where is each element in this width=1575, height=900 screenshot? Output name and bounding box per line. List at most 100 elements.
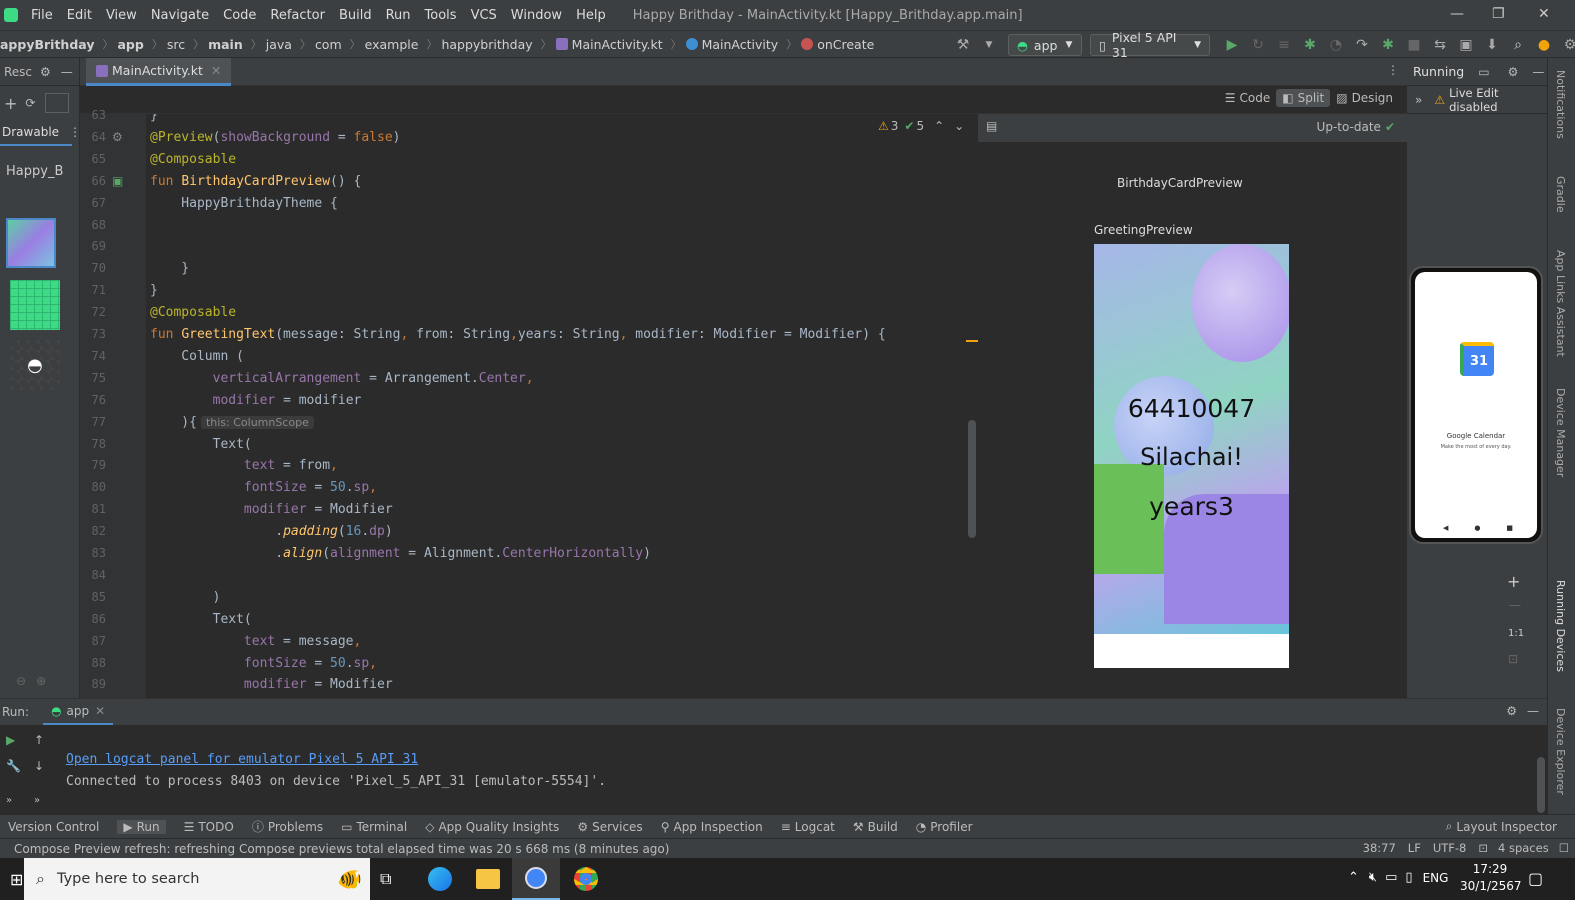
- more-icon[interactable]: ⋮: [1387, 63, 1399, 77]
- logcat-tab[interactable]: ≡ Logcat: [781, 820, 835, 834]
- app-inspection-tab[interactable]: ⚲ App Inspection: [661, 820, 763, 834]
- expand-icon[interactable]: »: [1415, 93, 1422, 107]
- menu-help[interactable]: Help: [576, 8, 606, 23]
- layout-icon[interactable]: ▤: [986, 119, 997, 133]
- expand-icon[interactable]: »: [34, 795, 40, 806]
- run-config-dropdown[interactable]: ◓ app ▼: [1008, 34, 1082, 56]
- breadcrumb-class[interactable]: MainActivity: [685, 37, 778, 52]
- editor-scrollbar[interactable]: [968, 420, 976, 538]
- menu-view[interactable]: View: [106, 8, 137, 23]
- zoom-out-icon[interactable]: —: [1509, 598, 1521, 612]
- breadcrumb-example[interactable]: example: [365, 37, 419, 52]
- refresh-icon[interactable]: ⟳: [25, 96, 35, 110]
- device-nav-bar[interactable]: ◀ ● ■: [1443, 524, 1513, 532]
- caret-position[interactable]: 38:77: [1363, 841, 1396, 855]
- code-line[interactable]: modifier = Modifier: [150, 677, 393, 692]
- apply-changes-icon[interactable]: ↻: [1250, 37, 1266, 53]
- file-encoding[interactable]: UTF-8: [1433, 841, 1467, 855]
- code-line[interactable]: Column (: [150, 349, 244, 364]
- calendar-icon[interactable]: 31: [1460, 342, 1494, 376]
- device-dropdown[interactable]: ▯ Pixel 5 API 31 ▼: [1090, 30, 1210, 60]
- sync-icon[interactable]: ⇆: [1432, 37, 1448, 53]
- app-quality-tab[interactable]: ◇ App Quality Insights: [425, 820, 559, 834]
- close-icon[interactable]: ✕: [211, 63, 221, 78]
- chevron-up-icon[interactable]: ⌃: [1348, 870, 1359, 885]
- inspection-widget[interactable]: ⚠ 3 ✔ 5 ⌃ ⌄: [878, 119, 964, 133]
- indent-setting[interactable]: 4 spaces: [1498, 841, 1549, 855]
- device-explorer-tab[interactable]: Device Explorer: [1554, 708, 1567, 795]
- arrow-down-icon[interactable]: ↓: [34, 759, 44, 773]
- menu-edit[interactable]: Edit: [67, 8, 92, 23]
- code-line[interactable]: }: [150, 283, 158, 298]
- battery-icon[interactable]: ▯: [1405, 870, 1412, 885]
- taskbar-search[interactable]: ⌕ Type here to search 🐠: [24, 858, 370, 900]
- preview-run-icon[interactable]: ▣: [112, 174, 123, 188]
- recents-icon[interactable]: ■: [1506, 524, 1513, 532]
- network-icon[interactable]: ▭: [1385, 870, 1397, 885]
- event-icon[interactable]: ☐: [1559, 841, 1569, 855]
- fit-icon[interactable]: ⊡: [1508, 652, 1518, 666]
- back-icon[interactable]: ◀: [1443, 524, 1448, 532]
- code-line[interactable]: Text(: [150, 612, 252, 627]
- code-line[interactable]: fun GreetingText(message: String, from: …: [150, 327, 886, 342]
- expand-icon[interactable]: »: [6, 795, 12, 806]
- zoom-in-icon[interactable]: +: [1507, 572, 1520, 591]
- lock-icon[interactable]: ⊡: [1478, 841, 1488, 855]
- code-mode-button[interactable]: ☰ Code: [1219, 89, 1277, 107]
- hide-icon[interactable]: —: [1532, 65, 1544, 79]
- hammer-icon[interactable]: ⚒: [955, 37, 971, 53]
- run-tab-app[interactable]: ◓ app ✕: [43, 699, 114, 725]
- file-explorer-icon[interactable]: [476, 869, 500, 889]
- zoom-in-icon[interactable]: ⊕: [36, 674, 46, 688]
- app-links-tab[interactable]: App Links Assistant: [1554, 250, 1567, 357]
- breadcrumb-project[interactable]: appyBrithday: [0, 37, 94, 52]
- debug-icon[interactable]: ✱: [1302, 37, 1318, 53]
- code-line[interactable]: ){this: ColumnScope: [150, 415, 314, 430]
- console-scrollbar[interactable]: [1537, 757, 1545, 813]
- zoom-out-icon[interactable]: ⊖: [16, 674, 26, 688]
- chrome-icon[interactable]: [574, 867, 598, 891]
- language-indicator[interactable]: ENG: [1423, 871, 1449, 885]
- breadcrumb-file[interactable]: MainActivity.kt: [555, 37, 663, 52]
- run-icon[interactable]: ▶: [1224, 37, 1240, 53]
- code-line[interactable]: Text(: [150, 437, 252, 452]
- code-line[interactable]: text = message,: [150, 634, 361, 649]
- rerun-icon[interactable]: ▶: [6, 733, 15, 747]
- zoom-actual-label[interactable]: 1:1: [1508, 628, 1524, 639]
- version-control-tab[interactable]: Version Control: [8, 820, 99, 834]
- chevron-up-icon[interactable]: ⌃: [934, 119, 944, 133]
- breadcrumb-main[interactable]: main: [208, 37, 243, 52]
- code-line[interactable]: HappyBrithdayTheme {: [150, 196, 338, 211]
- attach-debugger-icon[interactable]: ↷: [1354, 37, 1370, 53]
- windows-start-icon[interactable]: ⊞: [10, 870, 23, 889]
- drawable-thumbnail-1[interactable]: [6, 218, 56, 268]
- close-icon[interactable]: ✕: [95, 704, 105, 718]
- code-line[interactable]: .align(alignment = Alignment.CenterHoriz…: [150, 546, 651, 561]
- gradle-tab[interactable]: Gradle: [1554, 176, 1567, 213]
- code-line[interactable]: fontSize = 50.sp,: [150, 656, 377, 671]
- layout-inspector-tab[interactable]: ⌕ Layout Inspector: [1446, 819, 1557, 834]
- module-dropdown[interactable]: [45, 93, 70, 113]
- notification-center-icon[interactable]: ▢: [1528, 869, 1543, 888]
- code-line[interactable]: fontSize = 50.sp,: [150, 480, 377, 495]
- code-line[interactable]: @Composable: [150, 305, 236, 320]
- edge-icon[interactable]: [428, 867, 452, 891]
- running-devices-tab[interactable]: Running Devices: [1554, 580, 1567, 672]
- run-tool-tab[interactable]: ▶ Run: [117, 819, 166, 834]
- device-manager-icon[interactable]: ▣: [1458, 37, 1474, 53]
- code-line[interactable]: fun BirthdayCardPreview() {: [150, 174, 361, 189]
- close-icon[interactable]: ✕: [1538, 6, 1550, 22]
- line-ending[interactable]: LF: [1408, 841, 1421, 855]
- preview-card[interactable]: 64410047 Silachai! years3: [1094, 244, 1289, 668]
- device-manager-tab[interactable]: Device Manager: [1554, 388, 1567, 477]
- chevron-down-icon[interactable]: ⌄: [954, 119, 964, 133]
- search-icon[interactable]: ⌕: [1510, 37, 1526, 53]
- services-tab[interactable]: ⚙ Services: [577, 820, 642, 834]
- split-mode-button[interactable]: ◧ Split: [1276, 89, 1331, 107]
- menu-tools[interactable]: Tools: [425, 8, 457, 23]
- code-line[interactable]: @Composable: [150, 152, 236, 167]
- code-editor[interactable]: } @Preview(showBackground = false) @Compos…: [146, 114, 978, 698]
- gear-icon[interactable]: ⚙: [1506, 704, 1517, 718]
- maximize-icon[interactable]: ❐: [1492, 6, 1505, 22]
- live-edit-status[interactable]: Live Edit disabled: [1449, 86, 1547, 114]
